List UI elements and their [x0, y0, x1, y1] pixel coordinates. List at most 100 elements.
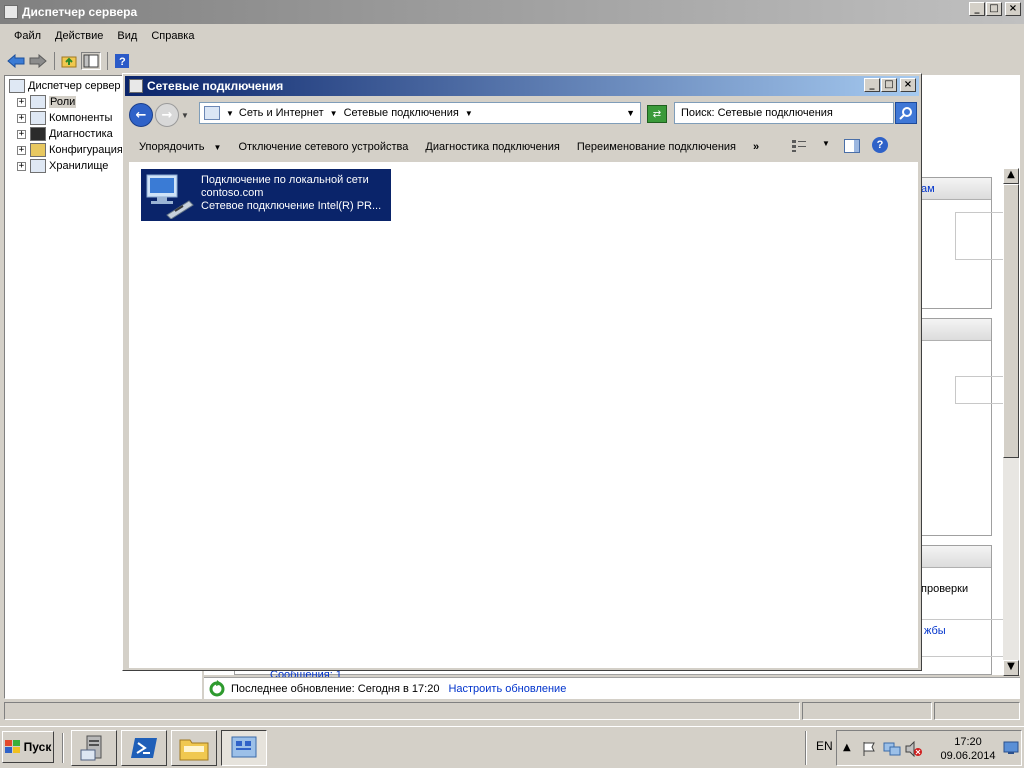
- breadcrumb-network-internet[interactable]: Сеть и Интернет: [239, 107, 324, 119]
- clock-date: 09.06.2014: [940, 750, 996, 762]
- last-update-text: Последнее обновление: Сегодня в 17:20: [231, 682, 440, 695]
- main-toolbar: ?: [6, 50, 134, 72]
- more-commands-button[interactable]: »: [753, 141, 759, 153]
- show-hidden-icons-chevron[interactable]: ▲: [843, 742, 851, 753]
- taskbar-server-manager[interactable]: [71, 730, 117, 766]
- panel-box: жбы: [921, 619, 1011, 657]
- change-view-icon[interactable]: [791, 139, 807, 153]
- expand-icon[interactable]: +: [17, 129, 26, 139]
- panel-link-2[interactable]: жбы: [924, 625, 946, 637]
- clock-time: 17:20: [954, 736, 982, 748]
- search-button[interactable]: [895, 102, 917, 124]
- organize-menu[interactable]: Упорядочить ▼: [139, 141, 221, 153]
- network-window-icon: [129, 79, 143, 93]
- network-connections-taskbar-icon: [231, 736, 257, 758]
- disable-device-button[interactable]: Отключение сетевого устройства: [238, 141, 408, 153]
- status-cell-3: [934, 702, 1020, 720]
- tree-item-roles[interactable]: + Роли: [17, 94, 77, 110]
- status-cell-1: [4, 702, 800, 720]
- control-panel-icon: [204, 106, 220, 120]
- menu-help[interactable]: Справка: [144, 25, 201, 47]
- panel-text-1: проверки: [921, 583, 969, 595]
- network-window-title: Сетевые подключения: [147, 79, 284, 93]
- network-close-button[interactable]: ×: [900, 78, 916, 92]
- expand-icon[interactable]: +: [17, 145, 26, 155]
- tree-item-features[interactable]: + Компоненты: [17, 110, 112, 126]
- nav-forward-icon[interactable]: →: [155, 103, 179, 127]
- tree-item-diagnostics[interactable]: + Диагностика: [17, 126, 113, 142]
- connection-adapter: Сетевое подключение Intel(R) PR...: [201, 200, 382, 212]
- powershell-icon: [131, 738, 157, 758]
- nav-back-icon[interactable]: ←: [129, 103, 153, 127]
- menu-file[interactable]: Файл: [7, 25, 48, 47]
- windows-logo-icon: [4, 740, 20, 753]
- volume-muted-icon[interactable]: [905, 741, 923, 757]
- address-dropdown-icon[interactable]: ▼: [626, 108, 635, 118]
- main-vertical-scrollbar[interactable]: ▲ ▼: [1003, 168, 1019, 676]
- network-adapter-icon: [146, 174, 194, 219]
- connection-domain: contoso.com: [201, 187, 264, 199]
- diagnose-connection-button[interactable]: Диагностика подключения: [425, 141, 559, 153]
- lan-connection-item[interactable]: Подключение по локальной сети contoso.co…: [141, 169, 391, 221]
- forward-arrow-icon[interactable]: [28, 52, 48, 70]
- configuration-icon: [30, 143, 46, 157]
- organize-chevron-icon: ▼: [213, 143, 222, 152]
- close-button[interactable]: ×: [1005, 2, 1021, 16]
- toolbar-separator: [54, 52, 55, 70]
- command-bar: Упорядочить ▼ Отключение сетевого устрой…: [139, 136, 909, 158]
- connections-list[interactable]: Подключение по локальной сети contoso.co…: [129, 162, 918, 668]
- breadcrumb-network-connections[interactable]: Сетевые подключения: [344, 107, 459, 119]
- expand-icon[interactable]: +: [17, 97, 26, 107]
- view-dropdown-icon[interactable]: ▼: [822, 139, 830, 148]
- help-icon[interactable]: ?: [112, 52, 132, 70]
- scroll-up-button[interactable]: ▲: [1003, 168, 1019, 184]
- show-hide-console-tree-icon[interactable]: [81, 52, 101, 70]
- maximize-button[interactable]: □: [986, 2, 1002, 16]
- taskbar-powershell[interactable]: [121, 730, 167, 766]
- menu-view[interactable]: Вид: [110, 25, 144, 47]
- expand-icon[interactable]: +: [17, 113, 26, 123]
- language-indicator[interactable]: EN: [816, 739, 833, 753]
- back-arrow-icon[interactable]: [6, 52, 26, 70]
- scroll-thumb[interactable]: [1003, 184, 1019, 458]
- action-center-flag-icon[interactable]: [861, 741, 877, 757]
- network-window-titlebar[interactable]: Сетевые подключения _ □ ×: [125, 76, 919, 96]
- tree-item-label: Хранилище: [49, 160, 109, 172]
- network-help-icon[interactable]: ?: [872, 137, 888, 153]
- history-dropdown-icon[interactable]: ▼: [181, 111, 189, 120]
- network-connections-window: Сетевые подключения _ □ × ← → ▼ ▼ Сеть и…: [122, 73, 922, 671]
- expand-icon[interactable]: +: [17, 161, 26, 171]
- breadcrumb-chevron-icon[interactable]: ▼: [330, 109, 338, 118]
- start-button[interactable]: Пуск: [2, 731, 54, 763]
- tree-root[interactable]: Диспетчер сервер: [9, 78, 121, 94]
- breadcrumb-chevron-icon[interactable]: ▼: [465, 109, 473, 118]
- refresh-button[interactable]: ⇄: [647, 105, 667, 123]
- address-bar[interactable]: ▼ Сеть и Интернет ▼ Сетевые подключения …: [199, 102, 641, 124]
- taskbar-network-connections[interactable]: [221, 730, 267, 766]
- scroll-down-button[interactable]: ▼: [1003, 660, 1019, 676]
- minimize-button[interactable]: _: [969, 2, 985, 16]
- show-desktop-icon[interactable]: [1003, 741, 1019, 755]
- up-folder-icon[interactable]: [59, 52, 79, 70]
- configure-refresh-link[interactable]: Настроить обновление: [448, 683, 566, 695]
- server-manager-titlebar[interactable]: Диспетчер сервера _ □ ×: [0, 0, 1024, 24]
- svg-text:?: ?: [119, 56, 126, 68]
- tree-item-configuration[interactable]: + Конфигурация: [17, 142, 123, 158]
- toolbar-separator-2: [107, 52, 108, 70]
- taskbar-explorer[interactable]: [171, 730, 217, 766]
- network-tray-icon[interactable]: [883, 741, 901, 757]
- search-icon: [899, 107, 912, 120]
- main-menubar: Файл Действие Вид Справка: [7, 25, 201, 47]
- search-input[interactable]: Поиск: Сетевые подключения: [674, 102, 894, 124]
- preview-pane-icon[interactable]: [844, 139, 860, 153]
- network-maximize-button[interactable]: □: [881, 78, 897, 92]
- taskbar-separator-2: [805, 731, 807, 765]
- network-minimize-button[interactable]: _: [864, 78, 880, 92]
- rename-connection-button[interactable]: Переименование подключения: [577, 141, 736, 153]
- breadcrumb-chevron-icon[interactable]: ▼: [226, 109, 234, 118]
- panel-link-1[interactable]: ам: [921, 183, 935, 195]
- tree-item-storage[interactable]: + Хранилище: [17, 158, 108, 174]
- menu-action[interactable]: Действие: [48, 25, 110, 47]
- network-navbar: ← → ▼: [129, 102, 189, 128]
- clock[interactable]: 17:20 09.06.2014: [937, 735, 999, 763]
